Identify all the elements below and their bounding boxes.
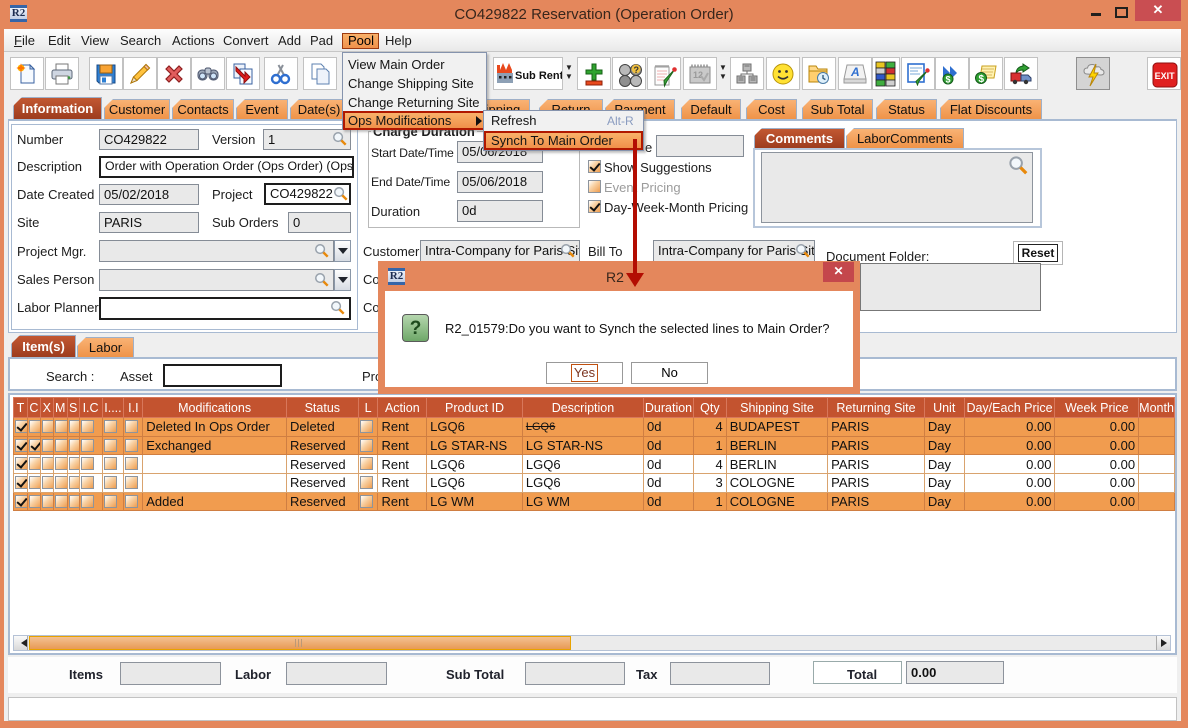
svg-text:A: A [850, 65, 860, 79]
svg-text:$: $ [946, 75, 951, 85]
svg-text:EXIT: EXIT [1155, 71, 1176, 81]
svg-text:$: $ [979, 74, 985, 85]
svg-text:?: ? [634, 65, 640, 75]
svg-text:Sub Rent: Sub Rent [515, 70, 562, 82]
svg-text:12: 12 [693, 70, 703, 80]
